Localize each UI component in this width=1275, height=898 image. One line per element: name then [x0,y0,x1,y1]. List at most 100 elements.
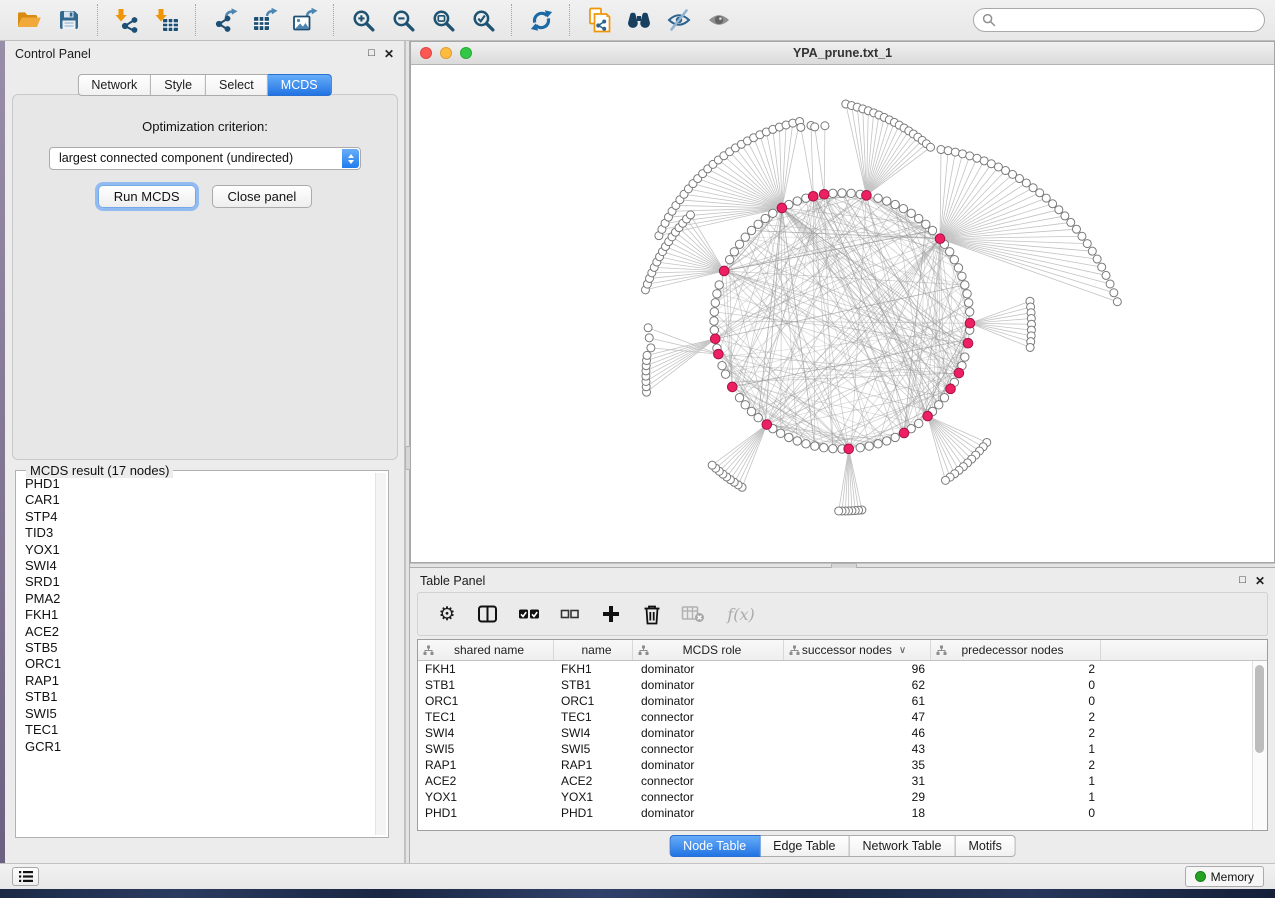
table-cell: 62 [784,678,931,692]
tab-network[interactable]: Network [77,74,151,96]
save-session-icon[interactable] [49,2,89,38]
refresh-icon[interactable] [521,2,561,38]
hide-selected-icon[interactable] [659,2,699,38]
table-row[interactable]: YOX1YOX1connector291 [418,789,1253,805]
mcds-result-item[interactable]: ACE2 [25,624,373,640]
mcds-result-item[interactable]: SWI5 [25,706,373,722]
mcds-result-item[interactable]: GCR1 [25,739,373,755]
table-cell: dominator [633,678,784,692]
search-network-icon[interactable] [619,2,659,38]
close-panel-button[interactable]: Close panel [212,185,313,208]
function-builder-icon[interactable]: f(x) [722,602,760,626]
column-header-empty[interactable] [1101,640,1267,660]
table-row[interactable]: FKH1FKH1dominator962 [418,661,1253,677]
network-window-titlebar[interactable]: YPA_prune.txt_1 [411,42,1274,65]
table-row[interactable]: PHD1PHD1dominator180 [418,805,1253,821]
tab-select[interactable]: Select [206,74,268,96]
add-column-icon[interactable] [599,602,623,626]
tab-mcds[interactable]: MCDS [268,74,332,96]
column-header-name[interactable]: name [554,640,633,660]
tab-style[interactable]: Style [151,74,206,96]
float-panel-icon[interactable]: □ [368,48,375,59]
table-cell: 29 [784,790,931,804]
search-field[interactable] [1001,12,1256,28]
result-scrollbar[interactable] [375,473,386,835]
panel-menu-button[interactable] [12,867,39,886]
column-header-successor-nodes[interactable]: successor nodes∨ [784,640,931,660]
mcds-result-item[interactable]: SRD1 [25,574,373,590]
mcds-result-item[interactable]: STB5 [25,640,373,656]
table-cell: connector [633,790,784,804]
mcds-result-item[interactable]: PMA2 [25,591,373,607]
network-canvas[interactable] [411,65,1274,562]
import-network-icon[interactable] [107,2,147,38]
table-options-icon[interactable]: ⚙ [435,602,459,626]
delete-table-icon[interactable] [681,602,705,626]
scrollbar-thumb[interactable] [1255,665,1264,753]
table-cell: FKH1 [418,662,554,676]
search-icon [982,13,996,27]
run-mcds-button[interactable]: Run MCDS [98,185,196,208]
close-panel-icon[interactable]: ✕ [1255,575,1265,587]
mcds-result-item[interactable]: PHD1 [25,476,373,492]
table-row[interactable]: SWI4SWI4dominator462 [418,725,1253,741]
close-panel-icon[interactable]: ✕ [384,48,394,60]
show-all-icon[interactable] [699,2,739,38]
table-scrollbar[interactable] [1252,661,1267,830]
export-image-icon[interactable] [285,2,325,38]
table-row[interactable]: ORC1ORC1dominator610 [418,693,1253,709]
table-row[interactable]: TEC1TEC1connector472 [418,709,1253,725]
select-all-icon[interactable] [517,602,541,626]
column-header-predecessor-nodes[interactable]: predecessor nodes [931,640,1101,660]
delete-column-icon[interactable] [640,602,664,626]
mcds-result-item[interactable]: YOX1 [25,542,373,558]
criterion-dropdown[interactable]: largest connected component (undirected) [49,147,361,170]
memory-button[interactable]: Memory [1185,866,1264,887]
zoom-fit-icon[interactable] [423,2,463,38]
mcds-result-item[interactable]: STB1 [25,689,373,705]
table-row[interactable]: ACE2ACE2connector311 [418,773,1253,789]
tab-node-table[interactable]: Node Table [669,835,760,857]
table-cell: RAP1 [554,758,633,772]
tab-network-table[interactable]: Network Table [850,835,956,857]
close-window-icon[interactable] [420,47,432,59]
search-input[interactable] [973,8,1265,32]
mcds-result-item[interactable]: TEC1 [25,722,373,738]
table-cell: YOX1 [554,790,633,804]
table-cell: TEC1 [554,710,633,724]
control-panel-title: Control Panel [15,47,91,61]
mcds-result-item[interactable]: FKH1 [25,607,373,623]
toolbar-separator [569,4,571,36]
share-document-icon[interactable] [579,2,619,38]
mcds-result-list[interactable]: PHD1CAR1STP4TID3YOX1SWI4SRD1PMA2FKH1ACE2… [18,476,373,835]
table-row[interactable]: RAP1RAP1dominator352 [418,757,1253,773]
show-column-icon[interactable] [476,602,500,626]
import-table-icon[interactable] [147,2,187,38]
table-cell: dominator [633,694,784,708]
table-row[interactable]: STB1STB1dominator620 [418,677,1253,693]
column-header-MCDS-role[interactable]: MCDS role [633,640,784,660]
table-row[interactable]: SWI5SWI5connector431 [418,741,1253,757]
zoom-in-icon[interactable] [343,2,383,38]
zoom-selected-icon[interactable] [463,2,503,38]
mcds-result-item[interactable]: SWI4 [25,558,373,574]
table-toolbar: ⚙ f(x) [417,592,1268,636]
column-header-shared-name[interactable]: shared name [418,640,554,660]
zoom-out-icon[interactable] [383,2,423,38]
mcds-result-item[interactable]: RAP1 [25,673,373,689]
mcds-result-item[interactable]: CAR1 [25,492,373,508]
mcds-result-item[interactable]: STP4 [25,509,373,525]
tab-edge-table[interactable]: Edge Table [760,835,849,857]
tab-motifs[interactable]: Motifs [955,835,1015,857]
table-cell: 31 [784,774,931,788]
unselect-all-icon[interactable] [558,602,582,626]
mcds-result-item[interactable]: TID3 [25,525,373,541]
mcds-result-item[interactable]: ORC1 [25,656,373,672]
maximize-window-icon[interactable] [460,47,472,59]
export-network-icon[interactable] [205,2,245,38]
toolbar-separator [333,4,335,36]
open-file-icon[interactable] [9,2,49,38]
minimize-window-icon[interactable] [440,47,452,59]
export-table-icon[interactable] [245,2,285,38]
float-panel-icon[interactable]: □ [1239,575,1246,586]
